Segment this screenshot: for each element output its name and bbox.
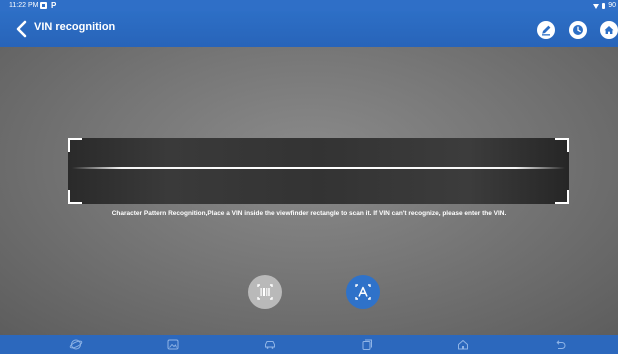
- barcode-mode-button[interactable]: [248, 275, 282, 309]
- clock-icon: [573, 25, 583, 35]
- square-app-icon: [40, 2, 47, 9]
- scan-instruction: Character Pattern Recognition,Place a VI…: [111, 210, 507, 217]
- history-button[interactable]: [569, 21, 587, 39]
- nav-home-button[interactable]: [456, 338, 470, 351]
- viewfinder-corner: [555, 190, 569, 204]
- gallery-icon: [167, 339, 179, 350]
- barcode-icon: [257, 284, 273, 300]
- nav-gallery-button[interactable]: [166, 338, 180, 351]
- text-recognition-icon: [355, 284, 371, 300]
- home-icon: [604, 26, 614, 34]
- viewfinder-corner: [68, 138, 82, 152]
- app-header: VIN recognition: [0, 11, 618, 47]
- page-title: VIN recognition: [34, 21, 116, 33]
- car-icon: [265, 341, 275, 349]
- scan-line: [72, 167, 565, 169]
- battery-level: 90: [608, 2, 616, 9]
- battery-icon: [602, 2, 606, 9]
- p-icon: P: [51, 1, 57, 10]
- pencil-icon: [542, 25, 551, 36]
- home-button[interactable]: [600, 21, 618, 39]
- viewfinder-corner: [68, 190, 82, 204]
- back-button[interactable]: [12, 19, 30, 39]
- home-icon: [458, 340, 468, 350]
- vin-recognition-screen: 11:22 PM P 90 VIN recognition Character …: [0, 0, 618, 354]
- viewfinder-corner: [555, 138, 569, 152]
- text-recognition-mode-button[interactable]: [346, 275, 380, 309]
- system-nav-bar: [0, 335, 618, 354]
- chevron-left-icon: [16, 20, 27, 38]
- nav-browser-button[interactable]: [69, 338, 83, 351]
- back-icon: [556, 340, 566, 349]
- recent-apps-icon: [362, 339, 372, 350]
- nav-back-button[interactable]: [553, 338, 567, 351]
- viewfinder-rectangle: [68, 138, 569, 204]
- nav-recent-apps-button[interactable]: [360, 338, 374, 351]
- camera-preview: Character Pattern Recognition,Place a VI…: [0, 47, 618, 335]
- edit-button[interactable]: [537, 21, 555, 39]
- browser-icon: [69, 339, 83, 350]
- wifi-icon: [593, 3, 600, 9]
- status-bar: 11:22 PM P 90: [0, 0, 618, 11]
- status-right: 90: [593, 0, 616, 11]
- status-time: 11:22 PM: [9, 2, 39, 9]
- nav-car-button[interactable]: [263, 338, 277, 351]
